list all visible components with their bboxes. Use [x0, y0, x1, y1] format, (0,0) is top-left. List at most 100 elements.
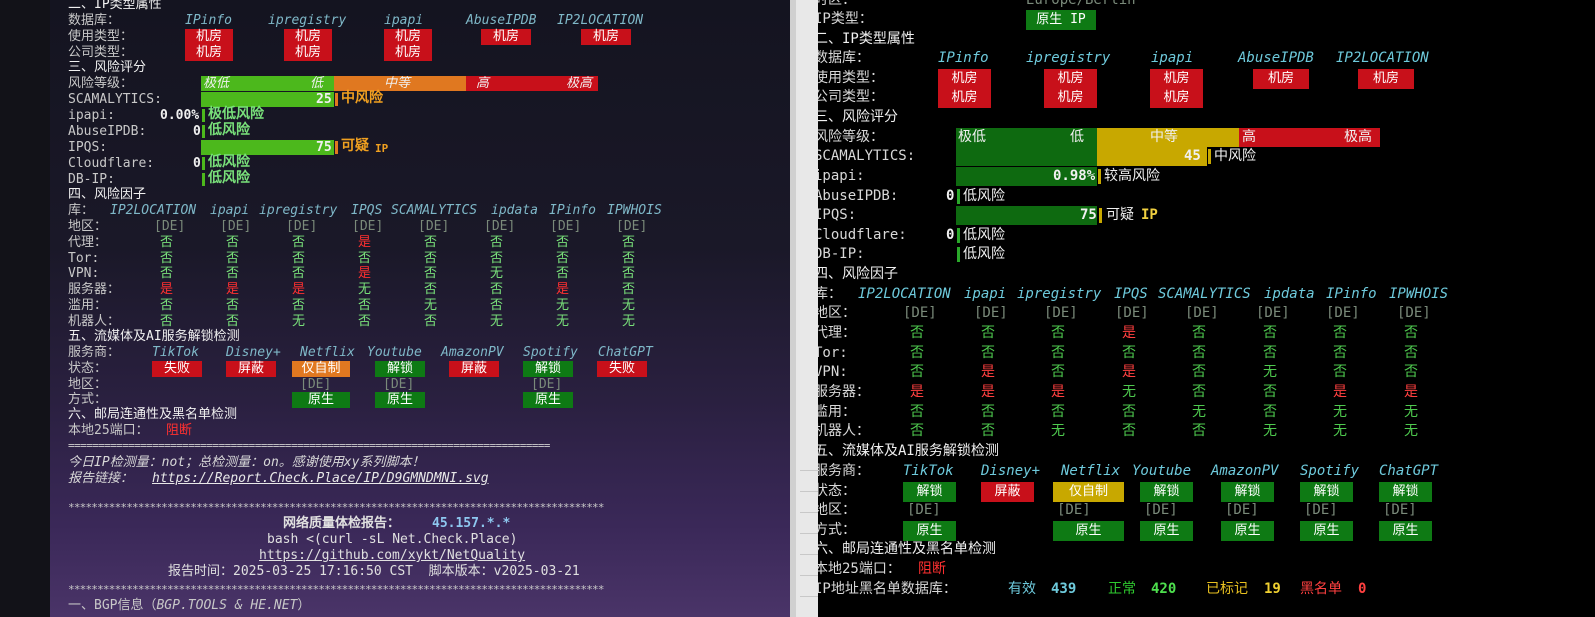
ipqs-risk-text: 可疑 [1106, 207, 1134, 223]
timezone-value: Europe/Berlin [1026, 0, 1136, 8]
scale-very-high: 极高 [566, 76, 593, 91]
section-risk-score: 三、风险评分 [68, 60, 147, 75]
scale-low: 低 [1070, 129, 1084, 145]
ipapi-score: 0.98% [1053, 168, 1096, 184]
dbip-risk-text: 低风险 [208, 170, 250, 186]
factor-db-ipwhois: IPWHOIS [607, 203, 662, 218]
provider-chatgpt: ChatGPT [598, 345, 653, 360]
right-terminal-pane: 时区： Europe/Berlin IP类型： 原生 IP 二、IP类型属性 数… [818, 0, 1595, 617]
factor-proxy-ip2location: 否 [910, 325, 924, 341]
section-risk-factors: 四、风险因子 [818, 266, 898, 282]
left-terminal-margin [0, 0, 50, 617]
db-ip2location: IP2LOCATION [557, 13, 644, 28]
factor-db-ipinfo: IPinfo [549, 203, 596, 218]
factor-abuse-ipapi: 否 [226, 298, 240, 313]
factor-vpn-ipinfo: 否 [1333, 364, 1347, 380]
port25-status: 阻断 [918, 561, 946, 577]
factor-tor-ipinfo: 否 [556, 251, 570, 266]
factor-vpn-ipregistry: 否 [1051, 364, 1065, 380]
factor-vpn-ipqs: 是 [1122, 364, 1136, 380]
blacklist-ok-label: 正常 [1108, 581, 1136, 597]
factor-lib-label: 库： [818, 286, 842, 302]
scale-low: 低 [310, 76, 324, 91]
factor-tor-ipregistry: 否 [1051, 345, 1065, 361]
cloudflare-risk-text: 低风险 [963, 227, 1005, 243]
provider-disneyplus: Disney+ [981, 463, 1041, 479]
factor-tor-ip2location: 否 [910, 345, 924, 361]
factor-robot-ipinfo: 无 [1333, 423, 1347, 439]
region-amazonpv: [DE] [1225, 502, 1259, 518]
provider-chatgpt: ChatGPT [1379, 463, 1439, 479]
ipqs-score: 75 [1080, 207, 1097, 223]
region-youtube: [DE] [383, 377, 415, 392]
provider-label: 服务商： [68, 345, 121, 360]
status-youtube-badge: 解锁 [375, 361, 425, 377]
factor-server-ipapi: 是 [226, 282, 240, 297]
factor-tor-ipqs: 否 [1122, 345, 1136, 361]
factor-abuse-scamalytics: 无 [1192, 404, 1206, 420]
spreadsheet-grid-edge [800, 470, 818, 617]
bgp-title-end: ） [297, 598, 311, 613]
region-netflix: [DE] [1057, 502, 1091, 518]
factor-robot-ipregistry: 无 [292, 314, 306, 329]
db-label: 数据库： [68, 13, 121, 28]
factor-server-ipinfo: 是 [556, 282, 570, 297]
method-spotify-badge: 原生 [1300, 521, 1353, 541]
factor-abuse-ipqs: 否 [358, 298, 372, 313]
window-border [790, 0, 796, 617]
region-tiktok: [DE] [907, 502, 941, 518]
factor-robot-ipapi: 否 [226, 314, 240, 329]
usage-ipapi-badge: 机房 [1150, 69, 1203, 89]
factor-region-ip2location: [DE] [154, 219, 186, 234]
factor-region-scamalytics: [DE] [418, 219, 450, 234]
factor-tor-ipinfo: 否 [1333, 345, 1347, 361]
netquality-github-link[interactable]: https://github.com/xykt/NetQuality [259, 548, 525, 564]
factor-vpn-ip2location: 否 [910, 364, 924, 380]
usage-abuseipdb-badge: 机房 [481, 29, 531, 45]
star-separator-bottom: ****************************************… [68, 583, 604, 596]
factor-abuse-ipdata: 否 [490, 298, 504, 313]
factor-tor-ipwhois: 否 [1404, 345, 1418, 361]
company-ipapi-badge: 机房 [384, 45, 432, 61]
factor-server-ipapi: 是 [981, 384, 995, 400]
company-type-label: 公司类型： [68, 45, 134, 60]
factor-abuse-ipapi: 否 [981, 404, 995, 420]
report-link[interactable]: https://Report.Check.Place/IP/D9GMNDMNI.… [152, 471, 489, 487]
factor-vpn-ipwhois: 否 [1404, 364, 1418, 380]
ipqs-bar [201, 140, 334, 155]
cloudflare-marker [202, 157, 205, 170]
factor-db-ipregistry: ipregistry [1017, 286, 1102, 302]
factor-db-ipinfo: IPinfo [1326, 286, 1377, 302]
factor-region-ipdata: [DE] [484, 219, 516, 234]
scale-high: 高 [1242, 129, 1256, 145]
factor-robot-ipwhois: 无 [622, 314, 636, 329]
factor-robot-ipinfo: 无 [556, 314, 570, 329]
factor-proxy-ipapi: 否 [226, 235, 240, 250]
factor-proxy-ipapi: 否 [981, 325, 995, 341]
provider-netflix: Netflix [300, 345, 355, 360]
factor-region-ipregistry: [DE] [286, 219, 318, 234]
window-gap [790, 0, 818, 617]
factor-abuse-ip2location: 否 [910, 404, 924, 420]
factor-proxy-scamalytics: 否 [1192, 325, 1206, 341]
factor-abuse-ipwhois: 无 [622, 298, 636, 313]
ipapi-label: ipapi: [68, 108, 115, 123]
status-disneyplus-badge: 屏蔽 [981, 482, 1034, 502]
factor-db-ipqs: IPQS [1114, 286, 1148, 302]
factor-proxy-ipwhois: 否 [1404, 325, 1418, 341]
factor-vpn-ipinfo: 否 [556, 266, 570, 281]
method-amazonpv-badge: 原生 [1221, 521, 1274, 541]
scamalytics-bar-low [956, 147, 1097, 166]
factor-robot-scamalytics: 否 [1192, 423, 1206, 439]
cloudflare-marker [957, 228, 960, 243]
factor-robot-ipdata: 无 [1263, 423, 1277, 439]
factor-server-label: 服务器： [818, 384, 870, 400]
factor-db-ip2location: IP2LOCATION [858, 286, 951, 302]
scamalytics-risk-text: 中风险 [341, 90, 383, 106]
netquality-command: bash <(curl -sL Net.Check.Place) [267, 532, 518, 547]
factor-proxy-ipinfo: 否 [556, 235, 570, 250]
dbip-risk-text: 低风险 [963, 246, 1005, 262]
factor-db-ipqs: IPQS [351, 203, 383, 218]
factor-robot-label: 机器人： [818, 423, 870, 439]
scamalytics-label: SCAMALYTICS: [818, 148, 916, 164]
